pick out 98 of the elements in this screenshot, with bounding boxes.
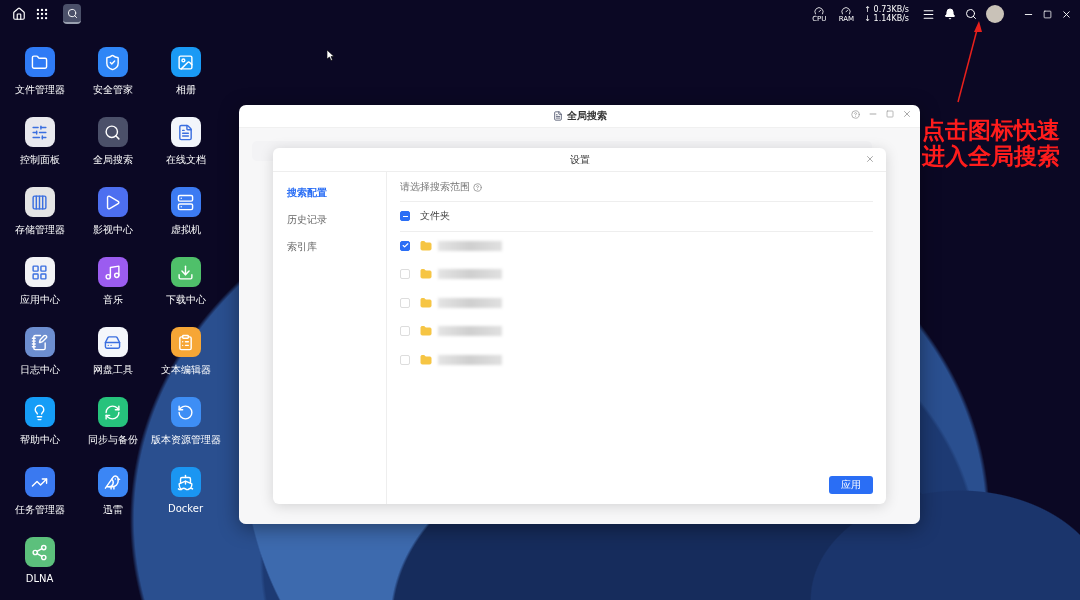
apply-button[interactable]: 应用 bbox=[829, 476, 873, 494]
blurred-folder-name bbox=[438, 269, 502, 280]
folder-icon bbox=[31, 53, 48, 71]
app-tile[interactable] bbox=[24, 397, 55, 427]
app-label[interactable]: 帮助中心 bbox=[19, 433, 60, 447]
app-label[interactable]: 任务管理器 bbox=[14, 503, 65, 517]
app-label[interactable]: 音乐 bbox=[102, 293, 123, 307]
window-title: 全局搜索 bbox=[566, 109, 607, 123]
running-app-icon[interactable] bbox=[63, 4, 81, 24]
app-label[interactable]: 虚拟机 bbox=[170, 223, 201, 237]
app-tile[interactable] bbox=[24, 467, 55, 497]
mouse-cursor-icon bbox=[327, 50, 335, 61]
ship-icon bbox=[177, 473, 194, 491]
checkbox[interactable] bbox=[400, 240, 410, 251]
section-heading: 请选择搜索范围 bbox=[400, 180, 470, 194]
app-tile[interactable] bbox=[24, 47, 55, 77]
blurred-folder-name bbox=[438, 354, 502, 365]
app-label[interactable]: 存储管理器 bbox=[14, 223, 65, 237]
close-icon[interactable] bbox=[1061, 8, 1072, 20]
app-label[interactable]: 控制面板 bbox=[19, 153, 60, 167]
clipboard-icon bbox=[177, 333, 194, 351]
app-tile[interactable] bbox=[170, 47, 201, 77]
app-label[interactable]: Docker bbox=[168, 503, 203, 514]
folder-icon bbox=[420, 239, 432, 252]
download-speed: ↓ 1.14KB/s bbox=[864, 14, 909, 23]
notification-bell-icon[interactable] bbox=[944, 8, 956, 20]
blurred-folder-name bbox=[438, 297, 502, 308]
app-tile[interactable] bbox=[170, 187, 201, 217]
download-icon bbox=[177, 263, 194, 281]
app-label[interactable]: 同步与备份 bbox=[87, 433, 138, 447]
image-icon bbox=[177, 53, 194, 71]
apps-icon bbox=[31, 263, 48, 281]
bird-icon bbox=[104, 473, 121, 491]
app-tile[interactable] bbox=[170, 117, 201, 147]
menu-icon[interactable] bbox=[922, 7, 935, 21]
app-label[interactable]: 应用中心 bbox=[19, 293, 60, 307]
checkbox-label: 文件夹 bbox=[420, 209, 450, 224]
app-label[interactable]: 日志中心 bbox=[19, 363, 60, 377]
app-tile[interactable] bbox=[97, 47, 128, 77]
annotation-text: 进入全局搜索 bbox=[922, 143, 1060, 169]
sync-icon bbox=[104, 403, 121, 421]
storage-icon bbox=[31, 193, 48, 211]
drive-icon bbox=[104, 333, 121, 351]
app-label[interactable]: 文本编辑器 bbox=[160, 363, 211, 377]
app-tile[interactable] bbox=[97, 187, 128, 217]
sliders-icon bbox=[31, 123, 48, 141]
app-tile[interactable] bbox=[170, 327, 201, 357]
home-icon[interactable] bbox=[11, 6, 27, 22]
app-tile[interactable] bbox=[97, 257, 128, 287]
folder-icon bbox=[420, 325, 432, 338]
ram-gauge-icon bbox=[841, 5, 852, 16]
app-tile[interactable] bbox=[24, 187, 55, 217]
app-tile[interactable] bbox=[170, 397, 201, 427]
document-icon bbox=[177, 123, 194, 141]
app-tile[interactable] bbox=[170, 467, 201, 497]
app-tile[interactable] bbox=[24, 537, 55, 567]
nav-item[interactable]: 搜索配置 bbox=[273, 179, 386, 206]
folder-icon bbox=[420, 353, 432, 366]
app-label[interactable]: 影视中心 bbox=[92, 223, 133, 237]
notebook-icon bbox=[31, 333, 48, 351]
undo-icon bbox=[177, 403, 194, 421]
app-grid-icon[interactable] bbox=[34, 6, 50, 22]
app-label[interactable]: 网盘工具 bbox=[92, 363, 133, 377]
blurred-folder-name bbox=[438, 240, 502, 251]
avatar[interactable] bbox=[986, 5, 1004, 23]
app-label[interactable]: 全局搜索 bbox=[92, 153, 133, 167]
annotation-text: 点击图标快速 bbox=[922, 117, 1060, 143]
app-label[interactable]: 相册 bbox=[175, 83, 196, 97]
folder-icon bbox=[420, 296, 432, 309]
app-tile[interactable] bbox=[24, 327, 55, 357]
app-tile[interactable] bbox=[97, 327, 128, 357]
app-label[interactable]: 安全管家 bbox=[92, 83, 133, 97]
nav-item[interactable]: 历史记录 bbox=[273, 206, 386, 233]
nav-item[interactable]: 索引库 bbox=[273, 233, 386, 260]
app-tile[interactable] bbox=[24, 257, 55, 287]
app-label[interactable]: 版本资源管理器 bbox=[150, 433, 221, 447]
server-icon bbox=[177, 193, 194, 211]
app-tile[interactable] bbox=[97, 397, 128, 427]
shield-check-icon bbox=[104, 53, 121, 71]
video-icon bbox=[104, 193, 121, 211]
search-icon[interactable] bbox=[965, 8, 977, 20]
app-label[interactable]: 文件管理器 bbox=[14, 83, 65, 97]
app-tile[interactable] bbox=[170, 257, 201, 287]
app-label[interactable]: 迅雷 bbox=[102, 503, 123, 517]
app-tile[interactable] bbox=[97, 467, 128, 497]
music-icon bbox=[104, 263, 121, 281]
share-icon bbox=[31, 543, 48, 561]
checkbox[interactable] bbox=[400, 211, 410, 222]
app-tile[interactable] bbox=[97, 117, 128, 147]
app-label[interactable]: DLNA bbox=[25, 573, 54, 584]
cpu-gauge-icon bbox=[814, 5, 825, 16]
upload-speed: ↑ 0.73KB/s bbox=[864, 5, 909, 14]
blurred-folder-name bbox=[438, 326, 502, 337]
app-tile[interactable] bbox=[24, 117, 55, 147]
app-label[interactable]: 在线文档 bbox=[165, 153, 206, 167]
app-label[interactable]: 下载中心 bbox=[165, 293, 206, 307]
dialog-title: 设置 bbox=[569, 152, 590, 167]
folder-icon bbox=[420, 268, 432, 281]
